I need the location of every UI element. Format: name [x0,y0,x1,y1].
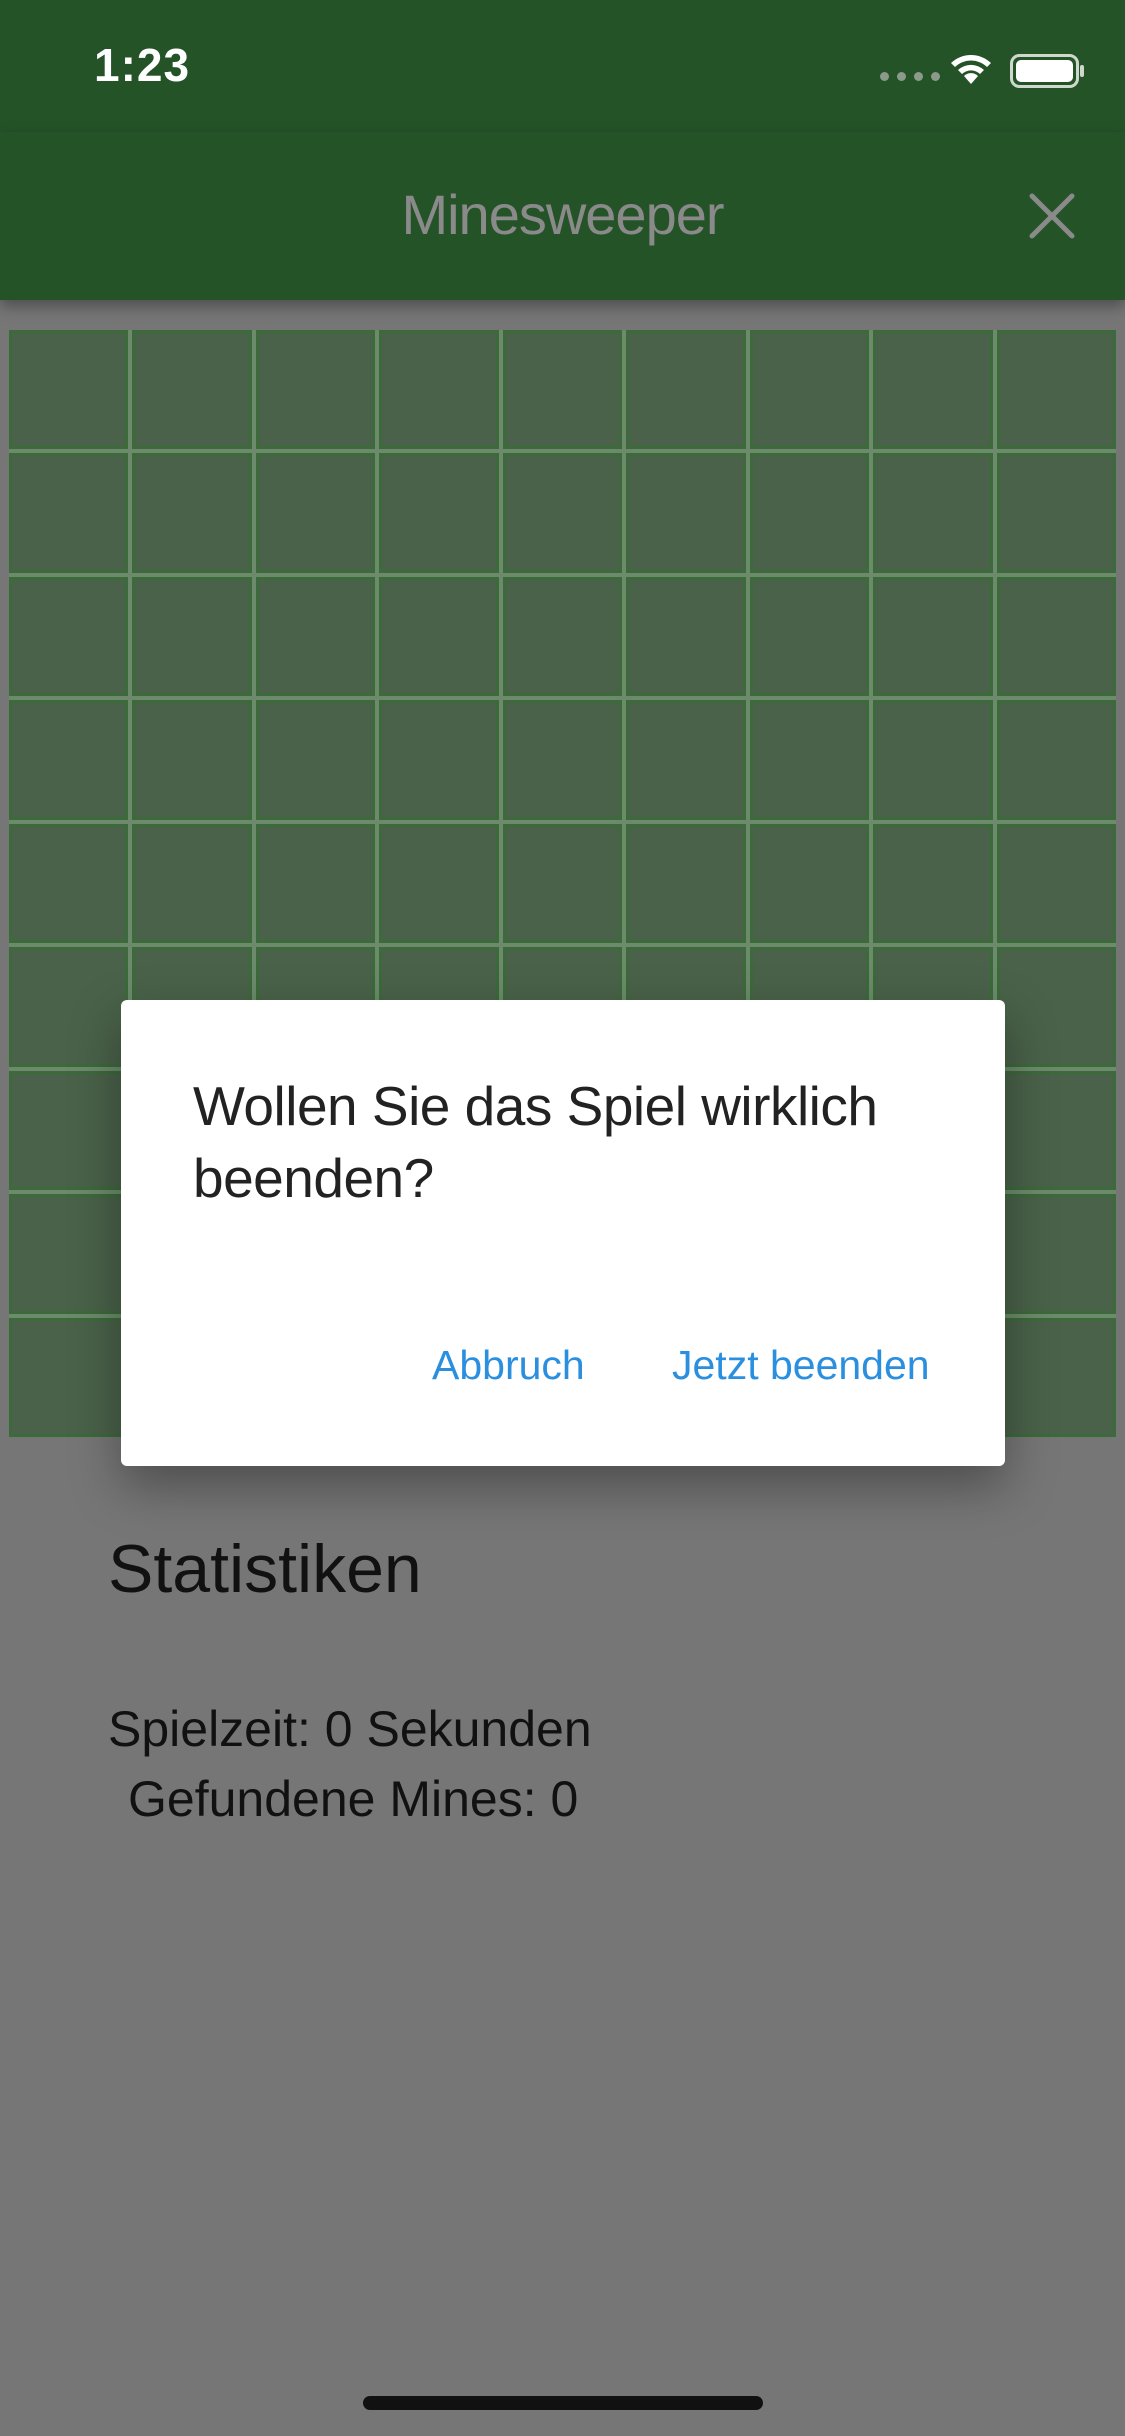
mine-cell[interactable] [132,576,252,697]
play-time-text: Spielzeit: 0 Sekunden [108,1701,592,1757]
mine-cell[interactable] [873,453,993,573]
mine-cell[interactable] [873,823,993,944]
statistics-title: Statistiken [108,1531,422,1607]
quit-now-button[interactable]: Jetzt beenden [672,1342,930,1389]
status-time: 1:23 [94,39,191,91]
mine-cell[interactable] [9,330,129,450]
confirm-dialog: Wollen Sie das Spiel wirklich beenden? A… [121,1000,1005,1466]
mine-cell[interactable] [9,947,129,1067]
mine-cell[interactable] [626,453,746,573]
cancel-button[interactable]: Abbruch [432,1342,585,1389]
mine-cell[interactable] [996,700,1116,820]
mine-cell[interactable] [626,823,746,944]
mine-cell[interactable] [132,453,252,573]
mine-cell[interactable] [9,453,129,573]
mine-cell[interactable] [132,823,252,944]
battery-icon [1010,54,1084,88]
mine-cell[interactable] [749,330,870,450]
mine-cell[interactable] [996,1070,1116,1191]
mine-cell[interactable] [9,1194,129,1314]
mine-cell[interactable] [502,700,623,820]
mine-cell[interactable] [996,947,1116,1067]
mine-cell[interactable] [749,700,870,820]
mine-cell[interactable] [502,330,623,450]
mine-cell[interactable] [749,453,870,573]
mine-cell[interactable] [255,700,376,820]
mine-cell[interactable] [255,576,376,697]
mine-cell[interactable] [9,1070,129,1191]
mine-cell[interactable] [379,576,499,697]
mines-found-text: Gefundene Mines: 0 [128,1771,579,1827]
mine-cell[interactable] [749,576,870,697]
wifi-icon [951,55,991,84]
mine-cell[interactable] [502,453,623,573]
mine-cell[interactable] [996,1194,1116,1314]
mine-cell[interactable] [502,823,623,944]
app-bar: Minesweeper [0,132,1125,300]
mine-cell[interactable] [996,576,1116,697]
mine-cell[interactable] [9,700,129,820]
mine-cell[interactable] [502,576,623,697]
cellular-signal-icon [880,72,940,81]
dialog-message: Wollen Sie das Spiel wirklich beenden? [193,1075,878,1209]
mine-cell[interactable] [379,823,499,944]
mine-cell[interactable] [873,700,993,820]
mine-cell[interactable] [132,700,252,820]
mine-cell[interactable] [255,823,376,944]
mine-cell[interactable] [626,330,746,450]
mine-cell[interactable] [996,1317,1116,1437]
mine-cell[interactable] [255,330,376,450]
status-bar: 1:23 [0,0,1125,132]
home-indicator[interactable] [363,2396,763,2410]
mine-cell[interactable] [749,823,870,944]
mine-cell[interactable] [379,700,499,820]
mine-cell[interactable] [996,453,1116,573]
mine-cell[interactable] [379,330,499,450]
mine-cell[interactable] [626,700,746,820]
mine-cell[interactable] [255,453,376,573]
mine-cell[interactable] [873,330,993,450]
mine-cell[interactable] [132,330,252,450]
mine-cell[interactable] [9,1317,129,1437]
close-icon[interactable] [1026,190,1078,242]
app-title: Minesweeper [401,183,724,246]
mine-cell[interactable] [873,576,993,697]
mine-cell[interactable] [996,823,1116,944]
mine-cell[interactable] [626,576,746,697]
mine-cell[interactable] [996,330,1116,450]
mine-cell[interactable] [379,453,499,573]
mine-cell[interactable] [9,823,129,944]
mine-cell[interactable] [9,576,129,697]
